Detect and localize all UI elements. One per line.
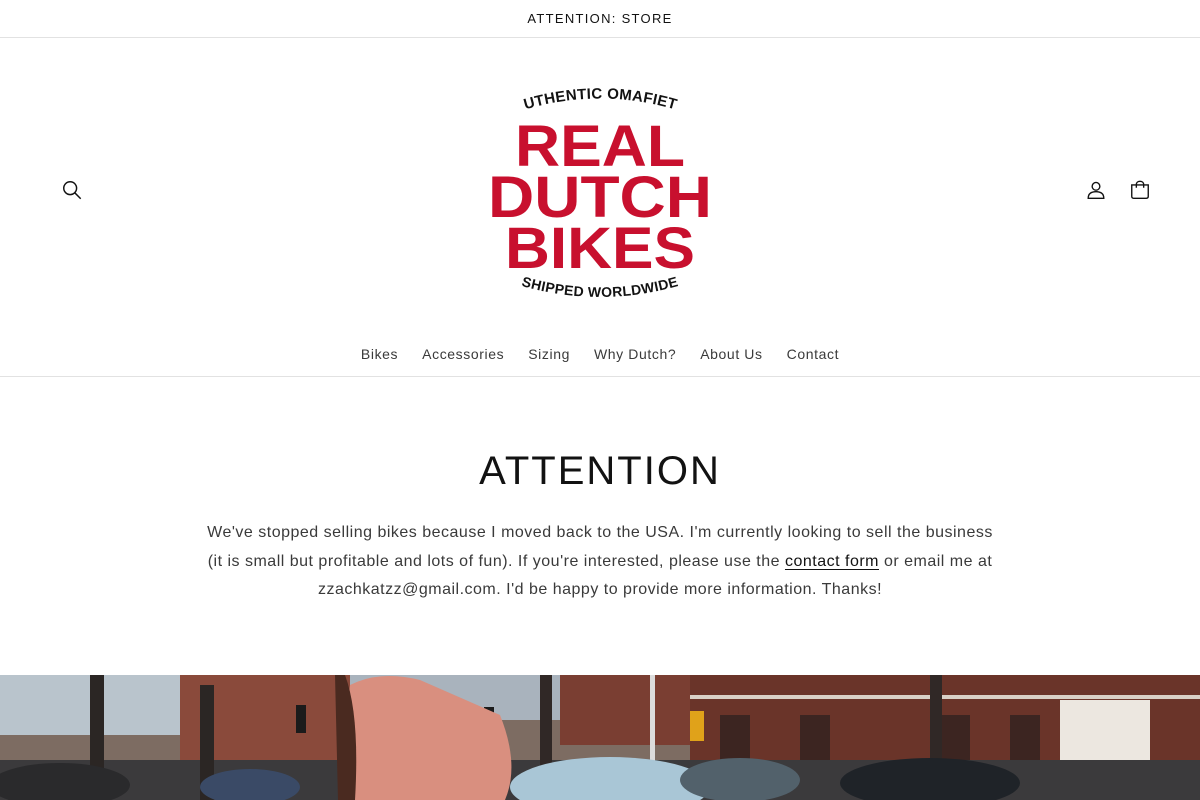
site-header: AUTHENTIC OMAFIETS REAL DUTCH BIKES SHIP… [0,38,1200,377]
nav-item-why-dutch[interactable]: Why Dutch? [582,346,688,362]
svg-text:AUTHENTIC OMAFIETS: AUTHENTIC OMAFIETS [480,86,679,113]
hero-street-photo [0,675,1200,800]
cart-icon [1131,180,1149,199]
site-logo[interactable]: AUTHENTIC OMAFIETS REAL DUTCH BIKES SHIP… [474,73,720,306]
search-button[interactable] [58,176,86,204]
nav-item-sizing[interactable]: Sizing [516,346,582,362]
attention-section: ATTENTION We've stopped selling bikes be… [0,377,1200,675]
attention-message: We've stopped selling bikes because I mo… [200,519,1000,605]
nav-item-accessories[interactable]: Accessories [410,346,516,362]
account-icon [1087,181,1105,199]
nav-item-contact[interactable]: Contact [775,346,851,362]
account-button[interactable] [1082,176,1110,204]
contact-form-link[interactable]: contact form [785,553,879,570]
cart-button[interactable] [1126,176,1154,204]
logo-top-line: AUTHENTIC OMAFIETS [474,73,678,113]
page-title: ATTENTION [479,449,721,493]
nav-item-about-us[interactable]: About Us [688,346,774,362]
announcement-text: ATTENTION: STORE [527,11,673,26]
nav-item-bikes[interactable]: Bikes [349,346,410,362]
announcement-bar: ATTENTION: STORE [0,0,1200,38]
main-navigation: Bikes Accessories Sizing Why Dutch? Abou… [0,338,1200,370]
search-icon [63,181,82,200]
logo-line-bikes: BIKES [505,216,695,281]
